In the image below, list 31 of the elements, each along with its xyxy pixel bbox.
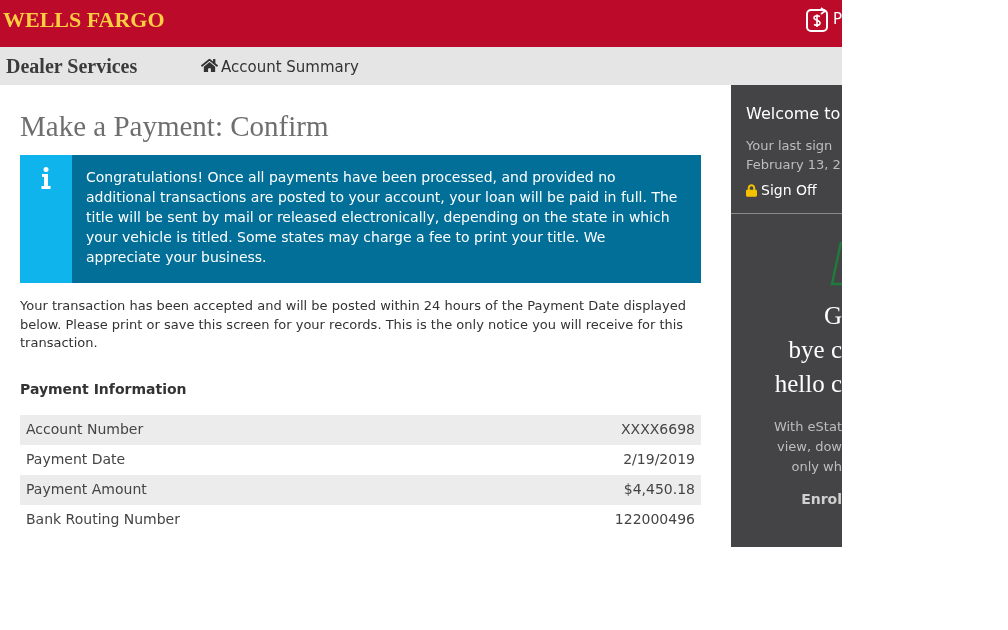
payment-icon[interactable] [805, 7, 829, 32]
row-label: Bank Routing Number [26, 510, 180, 529]
row-value: 122000496 [614, 510, 695, 529]
row-label: Account Number [26, 420, 144, 439]
enroll-link[interactable]: Enrol [731, 489, 842, 510]
nav-link[interactable]: Account Summary [201, 55, 359, 79]
promo-headline: G [822, 301, 842, 331]
header-link[interactable]: P [832, 12, 842, 27]
section-heading: Payment Information [20, 379, 188, 399]
home-icon [201, 57, 218, 74]
last-sign-in-text: February 13, 2 [746, 156, 842, 174]
row-label: Payment Amount [26, 480, 147, 499]
row-label: Payment Date [26, 450, 126, 469]
promo-text: only wh [790, 458, 842, 476]
alert-message: Congratulations! Once all payments have been processed, and provided no additional transactions are posted to your account, your loan will be paid in full. The title will be sent by mail or released electronically, depending on the state in which your vehicle is titled. Some states may charge a fee to print your title. We appreciate your business. [85, 168, 679, 267]
last-sign-in-text: Your last sign [746, 137, 834, 155]
promo-text: view, dow [775, 438, 842, 456]
info-icon [41, 167, 51, 189]
sign-off-link[interactable]: Sign Off [746, 180, 842, 201]
lock-icon [746, 184, 757, 197]
row-value: $4,450.18 [623, 480, 695, 499]
row-value: 2/19/2019 [623, 450, 695, 469]
promo-headline: hello c [773, 369, 842, 399]
promo-text: With eStat [772, 418, 842, 436]
promo-headline: bye c [787, 335, 842, 365]
section-title: Dealer Services [6, 54, 139, 79]
page-title: Make a Payment: Confirm [20, 109, 330, 144]
row-value: XXXX6698 [621, 420, 695, 439]
confirmation-text: Your transaction has been accepted and will be posted within 24 hours of the Payment Date displayed below. Please print or save this screen for your records. This is the only notice you will receive for this transaction. [20, 297, 687, 352]
welcome-heading: Welcome to [746, 103, 842, 125]
logo[interactable]: WELLS FARGO [3, 8, 165, 31]
